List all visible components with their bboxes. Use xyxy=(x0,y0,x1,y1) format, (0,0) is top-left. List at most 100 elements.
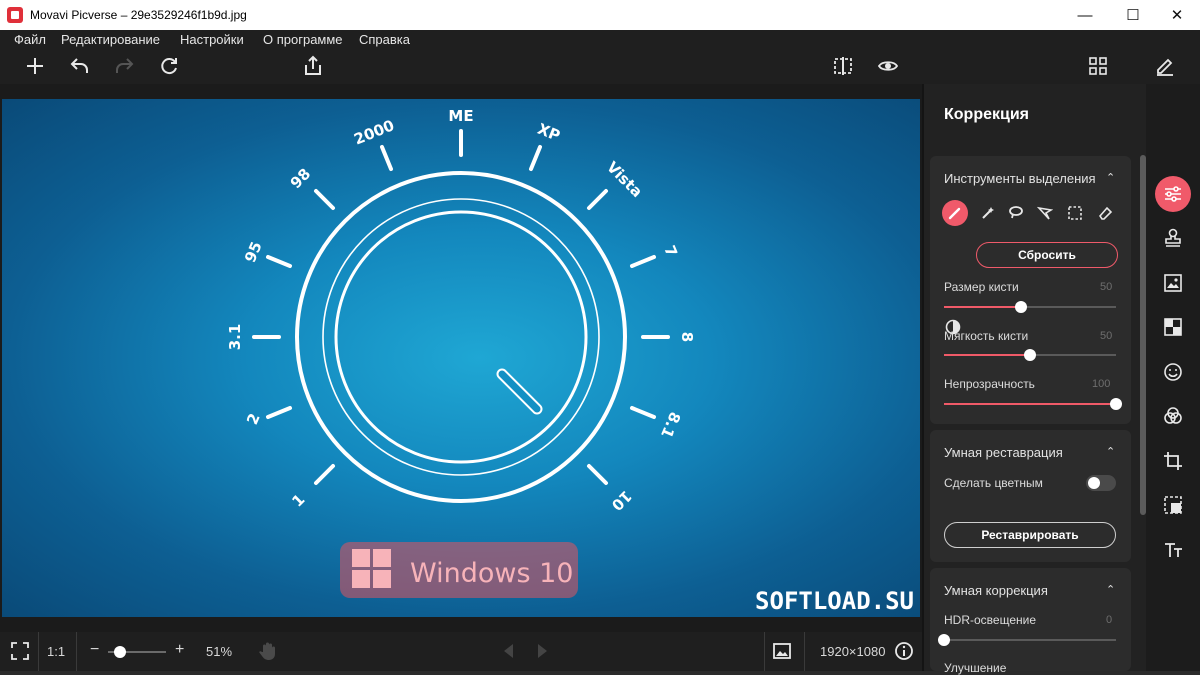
info-icon[interactable] xyxy=(890,637,918,665)
redo-icon[interactable] xyxy=(110,52,138,80)
zoom-slider[interactable] xyxy=(108,646,166,658)
menu-bar: Файл Редактирование Настройки О программ… xyxy=(0,30,1200,48)
adjust-sliders-icon[interactable] xyxy=(1155,176,1191,212)
opacity-slider[interactable] xyxy=(944,398,1122,410)
image-resolution: 1920×1080 xyxy=(820,644,886,659)
dial-label-1: 1 xyxy=(288,490,308,510)
divider xyxy=(764,632,765,671)
brush-size-slider[interactable] xyxy=(944,301,1116,313)
color-filters-icon[interactable] xyxy=(1155,398,1191,434)
eraser-icon[interactable] xyxy=(1093,201,1117,225)
rectangle-select-icon[interactable] xyxy=(1063,201,1087,225)
app-logo-icon xyxy=(7,7,23,23)
watermark-text: SOFTLOAD.SU xyxy=(755,587,914,615)
face-retouch-icon[interactable] xyxy=(1155,354,1191,390)
restore-button[interactable]: Реставрировать xyxy=(944,522,1116,548)
dial-label-vista: Vista xyxy=(603,158,646,201)
dial-label-98: 98 xyxy=(287,165,314,192)
zoom-in-button[interactable]: + xyxy=(175,641,184,659)
divider xyxy=(76,632,77,671)
image-info-icon[interactable] xyxy=(768,637,796,665)
actual-size-button[interactable]: 1:1 xyxy=(47,644,65,659)
text-tool-icon[interactable] xyxy=(1155,532,1191,568)
magic-wand-icon[interactable] xyxy=(976,201,1000,225)
dial-label-10: 10 xyxy=(608,487,635,514)
smart-correction-title[interactable]: Умная коррекция xyxy=(944,583,1048,598)
smart-restoration-section: Умная реставрация ⌃ Сделать цветным Рест… xyxy=(930,430,1131,562)
gallery-grid-icon[interactable] xyxy=(1084,52,1112,80)
close-button[interactable]: ✕ xyxy=(1154,0,1200,30)
softness-knob[interactable] xyxy=(1024,349,1036,361)
divider xyxy=(38,632,39,671)
chevron-up-icon[interactable]: ⌃ xyxy=(1106,171,1115,184)
dial-label-8: 8 xyxy=(678,332,696,342)
dial-label-2: 2 xyxy=(243,411,264,428)
next-image-icon[interactable] xyxy=(528,637,556,665)
dial-illustration: 1 2 3.1 95 98 2000 ME XP Vista 7 8 8.1 1… xyxy=(226,107,914,615)
resize-icon[interactable] xyxy=(1155,487,1191,523)
add-icon[interactable] xyxy=(21,52,49,80)
panel-title: Коррекция xyxy=(944,106,1029,123)
image-background-icon[interactable] xyxy=(1155,265,1191,301)
maximize-button[interactable]: ☐ xyxy=(1110,0,1156,30)
brush-size-label: Размер кисти xyxy=(944,280,1019,294)
stamp-icon[interactable] xyxy=(1155,220,1191,256)
crop-icon[interactable] xyxy=(1155,443,1191,479)
opacity-value: 100 xyxy=(1092,378,1111,390)
dial-label-8-1: 8.1 xyxy=(657,409,684,440)
checker-background-icon[interactable] xyxy=(1155,309,1191,345)
compare-icon[interactable] xyxy=(829,52,857,80)
fullscreen-icon[interactable] xyxy=(6,637,34,665)
hdr-value: 0 xyxy=(1106,614,1113,626)
zoom-out-button[interactable]: − xyxy=(90,641,99,659)
reset-rotate-icon[interactable] xyxy=(155,52,183,80)
opacity-fill xyxy=(944,403,1116,405)
menu-file[interactable]: Файл xyxy=(14,32,46,47)
colorize-label: Сделать цветным xyxy=(944,476,1043,490)
hand-pan-icon[interactable] xyxy=(254,637,282,665)
zoom-slider-knob[interactable] xyxy=(113,646,126,658)
opacity-knob[interactable] xyxy=(1110,398,1122,410)
hdr-slider[interactable] xyxy=(938,634,1116,646)
undo-icon[interactable] xyxy=(66,52,94,80)
menu-settings[interactable]: Настройки xyxy=(180,32,244,47)
polygon-lasso-icon[interactable] xyxy=(1033,201,1057,225)
zoom-level: 51% xyxy=(206,644,233,659)
window-title: Movavi Picverse – 29e3529246f1b9d.jpg xyxy=(30,8,247,22)
softness-label: Мягкость кисти xyxy=(944,329,1029,343)
dial-label-2000: 2000 xyxy=(351,116,396,148)
menu-help[interactable]: Справка xyxy=(359,32,410,47)
title-bar: Movavi Picverse – 29e3529246f1b9d.jpg — … xyxy=(0,0,1200,30)
selection-tools-title[interactable]: Инструменты выделения xyxy=(944,171,1096,186)
lasso-icon[interactable] xyxy=(1004,201,1028,225)
previous-image-icon[interactable] xyxy=(495,637,523,665)
selection-tools-section: Инструменты выделения ⌃ Сбросить Размер … xyxy=(930,156,1131,424)
brush-size-value: 50 xyxy=(1100,281,1113,293)
divider xyxy=(804,632,805,671)
colorize-toggle[interactable] xyxy=(1086,475,1116,491)
brush-tool-icon[interactable] xyxy=(942,200,968,226)
hdr-knob[interactable] xyxy=(938,634,950,646)
smart-restoration-title[interactable]: Умная реставрация xyxy=(944,445,1063,460)
chevron-up-icon[interactable]: ⌃ xyxy=(1106,445,1115,458)
menu-about[interactable]: О программе xyxy=(263,32,343,47)
brush-size-knob[interactable] xyxy=(1015,301,1028,313)
improvement-label: Улучшение xyxy=(944,661,1007,675)
menu-edit[interactable]: Редактирование xyxy=(61,32,160,47)
export-icon[interactable] xyxy=(299,52,327,80)
minimize-button[interactable]: — xyxy=(1062,0,1108,30)
brush-size-fill xyxy=(944,306,1022,308)
bottom-bar: 1:1 − + 51% 1920×1080 xyxy=(0,632,922,671)
edit-pencil-icon[interactable] xyxy=(1151,52,1179,80)
hdr-label: HDR-освещение xyxy=(944,613,1036,627)
preview-eye-icon[interactable] xyxy=(874,52,902,80)
photo-canvas[interactable]: 1 2 3.1 95 98 2000 ME XP Vista 7 8 8.1 1… xyxy=(2,99,920,617)
softness-value: 50 xyxy=(1100,330,1113,342)
toolbar xyxy=(0,48,1200,84)
softness-slider[interactable] xyxy=(944,349,1116,361)
dial-label-7: 7 xyxy=(660,243,681,260)
dial-label-95: 95 xyxy=(241,239,266,265)
reset-selection-button[interactable]: Сбросить xyxy=(976,242,1118,268)
softness-fill xyxy=(944,354,1030,356)
chevron-up-icon[interactable]: ⌃ xyxy=(1106,583,1115,596)
